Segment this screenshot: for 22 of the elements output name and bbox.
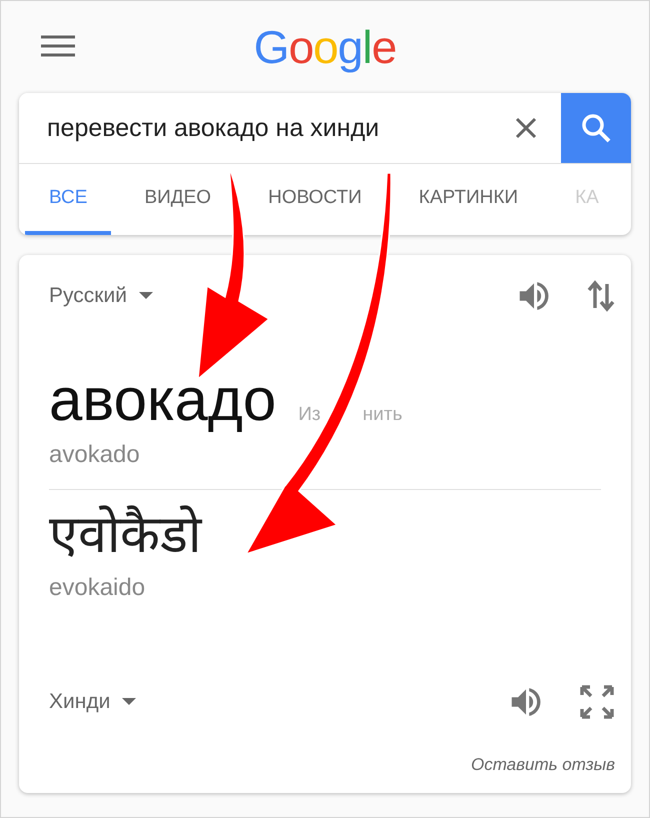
translated-word: एवोकैडो [49,504,204,566]
menu-icon[interactable] [41,35,75,57]
logo: Google [254,20,396,74]
source-word: авокадо [49,367,276,433]
swap-icon [587,278,615,314]
tab[interactable]: НОВОСТИ [264,164,366,235]
expand-icon [579,684,615,720]
search-button[interactable] [561,93,631,163]
language-dropdown[interactable]: Хинди [49,690,136,714]
tab[interactable]: ВИДЕО [140,164,216,235]
language-dropdown[interactable]: Русский [49,284,153,308]
caret-icon [122,698,136,706]
transliteration: avokado [49,441,141,469]
caret-icon [138,292,153,300]
feedback-link[interactable]: Оставить отзыв [470,755,615,775]
transliteration: evokaido [49,574,146,602]
fullscreen-button[interactable] [579,684,615,720]
swap-button[interactable] [587,278,615,314]
close-icon [515,117,537,139]
tab[interactable]: ВСЕ [25,164,112,235]
tab[interactable]: КАРТИНКИ [414,164,522,235]
search-icon [580,112,612,144]
